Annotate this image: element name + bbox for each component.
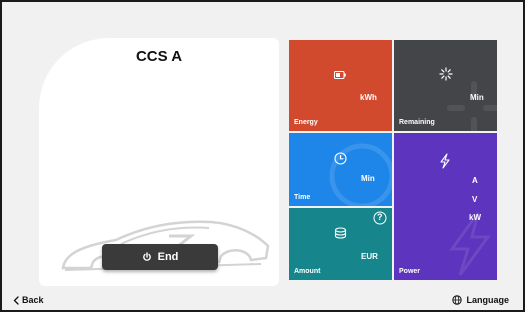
connector-panel: CCS A End	[39, 38, 279, 286]
globe-icon	[452, 295, 463, 305]
remaining-label: Remaining	[399, 119, 435, 126]
end-button-label: End	[157, 251, 179, 263]
language-label: Language	[466, 295, 509, 305]
connector-title: CCS A	[135, 48, 183, 65]
time-label: Time	[294, 194, 311, 201]
back-button[interactable]: Back	[13, 295, 44, 305]
amount-tile: ? EUR Amount	[289, 208, 392, 280]
end-button[interactable]: End	[102, 244, 218, 270]
clock-watermark-icon	[329, 143, 392, 206]
clock-icon	[334, 152, 347, 165]
charging-screen: CCS A End kWh Energy Min Remaining Min T…	[0, 0, 525, 312]
power-unit-kilowatts: kW	[469, 213, 481, 222]
power-label: Power	[399, 268, 421, 275]
spinner-watermark-icon	[447, 81, 497, 131]
power-unit-amperes: A	[472, 176, 478, 185]
battery-icon	[334, 71, 346, 79]
amount-label: Amount	[294, 268, 321, 275]
time-tile: Min Time	[289, 133, 392, 206]
energy-label: Energy	[294, 119, 318, 126]
amount-unit: EUR	[361, 252, 378, 261]
language-button[interactable]: Language	[452, 295, 509, 305]
power-unit-volts: V	[472, 195, 478, 204]
energy-tile: kWh Energy	[289, 40, 392, 131]
loading-spinner-icon	[439, 67, 453, 81]
power-tile: A V kW Power	[394, 133, 497, 280]
energy-unit: kWh	[360, 93, 377, 102]
remaining-tile: Min Remaining	[394, 40, 497, 131]
lightning-icon	[440, 153, 450, 169]
coins-icon	[334, 227, 347, 239]
time-unit: Min	[361, 174, 375, 183]
help-glyph: ?	[377, 212, 383, 222]
remaining-unit: Min	[470, 93, 484, 102]
power-icon	[142, 252, 151, 261]
back-label: Back	[22, 295, 44, 305]
chevron-left-icon	[13, 295, 19, 305]
